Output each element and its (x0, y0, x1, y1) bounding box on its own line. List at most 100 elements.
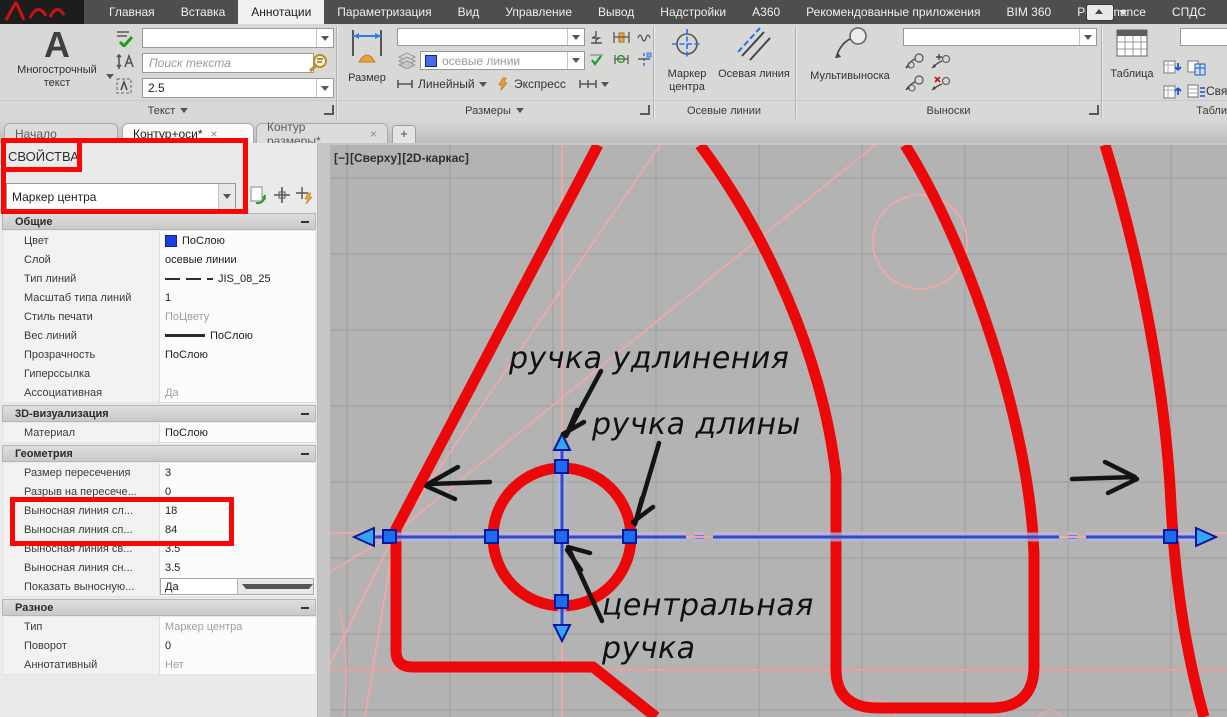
search-text-input[interactable] (142, 53, 314, 73)
leader-add-icon[interactable] (903, 52, 925, 70)
panel-footer-tables[interactable]: Табли (1102, 100, 1227, 120)
multileader-button[interactable]: Мультивыноска (802, 26, 898, 83)
linear-dim-button[interactable]: Линейный (396, 74, 492, 94)
center-marker-button[interactable]: Маркер центра (660, 26, 714, 94)
dim-jog-icon[interactable] (588, 29, 604, 45)
table-button[interactable]: Таблица (1106, 26, 1158, 81)
show-extension-combobox[interactable]: Да (160, 578, 314, 595)
drawing-area[interactable]: ручка удлинения ручка длины центральная … (318, 143, 1227, 717)
property-row[interactable]: Слой осевые линии (4, 250, 315, 270)
dim-check-icon[interactable] (588, 51, 604, 67)
section-header-common[interactable]: Общие (2, 213, 316, 230)
collapse-icon[interactable] (301, 221, 309, 223)
property-row[interactable]: Прозрачность ПоСлою (4, 345, 315, 365)
search-icon[interactable] (306, 52, 332, 74)
viewport-visual-style-control[interactable]: [2D-каркас] (402, 151, 469, 165)
spell-check-icon[interactable] (114, 28, 136, 48)
property-row[interactable]: Показать выносную... Да (4, 577, 315, 597)
autocad-logo (0, 0, 84, 24)
property-row[interactable]: Вес линий ПоСлою (4, 326, 315, 346)
red-highlight-box-title (1, 138, 82, 172)
new-tab-button[interactable]: + (392, 125, 416, 144)
panel-footer-text[interactable]: Текст (0, 100, 336, 120)
property-row[interactable]: Тип линий JIS_08_25 (4, 269, 315, 289)
viewport-controls: [−] [Сверху] [2D-каркас] (334, 151, 470, 165)
text-style-combobox[interactable] (142, 28, 334, 48)
property-row[interactable]: Выносная линия сн... 3.5 (4, 558, 315, 578)
leader-collect-icon[interactable] (903, 74, 925, 92)
property-row[interactable]: Ассоциативная Да (4, 383, 315, 403)
ribbon-tab-vyvod[interactable]: Вывод (585, 0, 647, 24)
ribbon-tab-upravlenie[interactable]: Управление (492, 0, 585, 24)
leader-remove-icon[interactable] (929, 74, 951, 92)
viewport-minimize-control[interactable]: [−] (334, 151, 349, 165)
data-link-icon[interactable] (1186, 82, 1206, 100)
text-frame-icon[interactable] (114, 76, 136, 96)
property-row[interactable]: Цвет ПоСлою (4, 231, 315, 251)
property-row[interactable]: Стиль печати ПоЦвету (4, 307, 315, 327)
viewport-view-control[interactable]: [Сверху] (350, 151, 401, 165)
close-icon[interactable]: × (370, 127, 377, 141)
ribbon-tab-vstavka[interactable]: Вставка (168, 0, 239, 24)
select-new-object-icon[interactable] (248, 185, 268, 205)
table-cells-icon[interactable] (1186, 58, 1206, 76)
dim-break-icon[interactable] (636, 51, 652, 67)
collapse-icon[interactable] (301, 413, 309, 415)
property-row[interactable]: Поворот 0 (4, 636, 315, 656)
lineweight-sample (165, 334, 205, 337)
dim-style-combobox[interactable] (397, 28, 585, 46)
text-height-combobox[interactable]: 2.5 (142, 78, 334, 98)
panel-footer-centerlines[interactable]: Осевые линии (653, 100, 795, 120)
ribbon-minimize-options-icon[interactable] (1119, 10, 1127, 15)
mtext-dropdown-icon[interactable] (106, 74, 114, 79)
property-row[interactable]: Масштаб типа линий 1 (4, 288, 315, 308)
panel-launcher-icon[interactable] (640, 105, 650, 115)
express-dim-button[interactable]: Экспресс (496, 74, 572, 94)
property-row[interactable]: Материал ПоСлою (4, 423, 315, 443)
dim-layer-combobox[interactable]: осевые линии (420, 51, 585, 70)
ribbon-tab-parametrizaciya[interactable]: Параметризация (324, 0, 444, 24)
mleader-style-combobox[interactable] (903, 28, 1097, 46)
property-row[interactable]: Размер пересечения 3 (4, 463, 315, 483)
table-style-combobox[interactable] (1180, 28, 1227, 46)
ribbon-tab-nadstroyki[interactable]: Надстройки (647, 0, 739, 24)
collapse-icon[interactable] (301, 453, 309, 455)
red-highlight-box-extension-rows (10, 497, 234, 546)
property-row[interactable]: Гиперссылка (4, 364, 315, 384)
dim-inspect-icon[interactable] (636, 29, 652, 45)
table-export-icon[interactable] (1162, 58, 1182, 76)
ribbon-tab-bim360[interactable]: BIM 360 (994, 0, 1065, 24)
dim-update-icon[interactable] (612, 51, 630, 67)
property-row[interactable]: Аннотативный Нет (4, 655, 315, 675)
text-align-icon[interactable] (114, 52, 136, 72)
ribbon-minimize-button[interactable] (1086, 4, 1114, 21)
panel-footer-dims[interactable]: Размеры (337, 100, 652, 120)
ribbon-tab-a360[interactable]: A360 (739, 0, 793, 24)
leader-plus-icon[interactable] (929, 52, 951, 70)
panel-launcher-icon[interactable] (324, 105, 334, 115)
mtext-button[interactable]: A Многострочный текст (4, 26, 110, 90)
section-header-misc[interactable]: Разное (2, 599, 316, 616)
property-row[interactable]: Тип Маркер центра (4, 617, 315, 637)
table-import-icon[interactable] (1162, 82, 1182, 100)
extension-grip-label: ручка удлинения (508, 341, 789, 376)
model-space-canvas[interactable]: ручка удлинения ручка длины центральная … (330, 145, 1227, 717)
ribbon-tab-spds[interactable]: СПДС (1159, 0, 1219, 24)
dim-baseline-icon[interactable] (612, 29, 630, 45)
panel-footer-leaders[interactable]: Выноски (796, 100, 1101, 120)
ribbon-tab-annotacii[interactable]: Аннотации (238, 0, 324, 24)
section-header-geometry[interactable]: Геометрия (2, 445, 316, 462)
quick-select-icon[interactable] (294, 185, 314, 205)
dimension-button[interactable]: Размер (341, 26, 393, 85)
file-tab-kontur-razmery[interactable]: Контур размеры* × (256, 123, 388, 143)
dim-chain-button[interactable] (576, 74, 610, 94)
ribbon-tab-recommended[interactable]: Рекомендованные приложения (793, 0, 993, 24)
ribbon-tab-glavnaya[interactable]: Главная (96, 0, 168, 24)
panel-launcher-icon[interactable] (1089, 105, 1099, 115)
ribbon-tab-vid[interactable]: Вид (445, 0, 493, 24)
centerline-button[interactable]: Осевая линия (716, 26, 792, 81)
data-link-label[interactable]: Связ (1206, 82, 1227, 100)
toggle-pickadd-icon[interactable] (272, 185, 292, 205)
collapse-icon[interactable] (301, 607, 309, 609)
section-header-3d[interactable]: 3D-визуализация (2, 405, 316, 422)
